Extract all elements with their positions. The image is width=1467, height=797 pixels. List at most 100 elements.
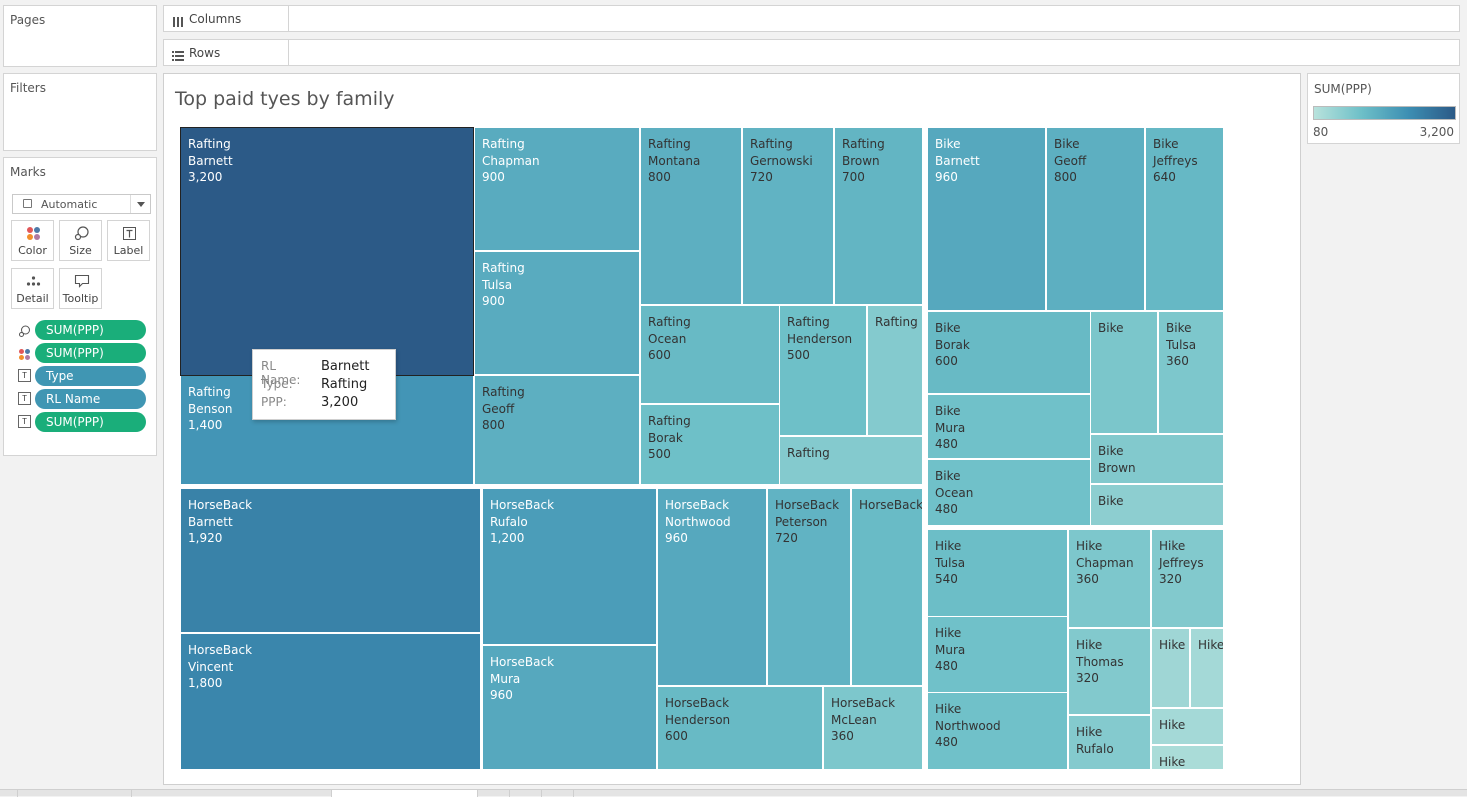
treemap-cell[interactable]: HorseBack Rufalo 1,200 [483,489,656,644]
treemap-cell[interactable]: Rafting Brown 700 [835,128,922,304]
treemap-cell[interactable]: Bike [1091,485,1223,525]
marks-pill-label[interactable]: T SUM(PPP) [14,412,150,432]
treemap-cell[interactable]: Rafting Gernowski 720 [743,128,833,304]
treemap-cell-value: 800 [648,170,671,184]
treemap-cell[interactable]: HorseBack Northwood 960 [658,489,766,685]
color-button[interactable]: Color [11,220,54,261]
treemap-cell-type: Hike [1159,638,1186,652]
treemap-cell-name: McLean [831,712,877,727]
treemap-cell[interactable]: Hike Northwood 480 [928,693,1067,769]
treemap-cell[interactable]: Bike Jeffreys 640 [1146,128,1223,310]
treemap-cell[interactable]: Hike [1152,746,1223,769]
treemap-cell-type: Rafting [648,315,691,329]
treemap-cell[interactable]: Hike Thomas 320 [1069,629,1150,714]
treemap-cell-name: Brown [1098,460,1136,475]
treemap-cell-value: 800 [1054,170,1077,184]
treemap-cell-type: Bike [1054,137,1080,151]
treemap-cell-value: 480 [935,502,958,516]
columns-shelf-label: Columns [189,12,242,26]
dropdown-separator [130,195,131,213]
treemap-cell-name: Montana [648,153,701,168]
treemap-cell[interactable]: HorseBack Vincent 1,800 [181,634,480,769]
treemap-cell[interactable]: Rafting [868,306,922,435]
treemap-cell-type: Rafting [842,137,885,151]
treemap-cell[interactable]: Hike Jeffreys 320 [1152,530,1223,627]
pill-label[interactable]: SUM(PPP) [35,320,146,340]
treemap-cell[interactable]: Hike [1152,709,1223,744]
treemap-cell-type: Bike [1098,494,1124,508]
pill-label[interactable]: RL Name [35,389,146,409]
columns-shelf[interactable]: Columns [163,5,1460,32]
treemap-cell-name: Barnett [935,153,980,168]
treemap-cell-value: 1,800 [188,676,223,690]
treemap-cell[interactable]: HorseBack McLean 360 [824,687,922,769]
treemap-cell[interactable]: Bike Barnett 960 [928,128,1045,310]
treemap-cell-type: Hike [1159,718,1186,732]
treemap-cell-type: Bike [935,404,961,418]
treemap-cell[interactable]: HorseBack [852,489,922,685]
treemap-cell[interactable]: Hike Chapman 360 [1069,530,1150,627]
pages-card[interactable]: Pages [3,5,157,67]
treemap-cell[interactable]: Bike [1091,312,1157,433]
treemap-cell[interactable]: Hike Rufalo [1069,716,1150,769]
treemap-cell[interactable]: Bike Borak 600 [928,312,1090,393]
marks-card: Marks Automatic Color Size Label Detail … [3,157,157,456]
pill-label[interactable]: SUM(PPP) [35,412,146,432]
marks-pill-type[interactable]: T Type [14,366,150,386]
mark-type-dropdown[interactable]: Automatic [12,194,151,214]
tooltip-value: Rafting [321,377,368,392]
treemap-cell[interactable]: Bike Geoff 800 [1047,128,1144,310]
treemap-cell-value: 320 [1076,671,1099,685]
treemap-cell[interactable]: Rafting Chapman 900 [475,128,639,250]
treemap-cell[interactable]: Bike Brown [1091,435,1223,483]
treemap-cell-type: Hike [935,702,962,716]
pill-label[interactable]: Type [35,366,146,386]
text-label-icon: T [18,392,31,405]
treemap-cell[interactable]: Rafting Tulsa 900 [475,252,639,374]
treemap-cell[interactable]: Bike Mura 480 [928,395,1090,458]
tooltip-value: 3,200 [321,395,359,410]
detail-button[interactable]: Detail [11,268,54,309]
marks-pill-rl-name[interactable]: T RL Name [14,389,150,409]
treemap-cell[interactable]: Rafting Borak 500 [641,405,779,484]
mark-tooltip: RL Name: Barnett Type: Rafting PPP: 3,20… [252,349,396,420]
treemap-cell[interactable]: Hike Mura 480 [928,617,1067,692]
treemap-cell[interactable]: Rafting Barnett 3,200 [180,127,474,376]
treemap-cell[interactable]: HorseBack Peterson 720 [768,489,850,685]
treemap-cell[interactable]: Bike Ocean 480 [928,460,1090,525]
treemap-cell[interactable]: HorseBack Barnett 1,920 [181,489,480,632]
treemap-cell-type: Bike [1098,321,1124,335]
treemap-cell[interactable]: Hike [1191,629,1223,707]
tooltip-button[interactable]: Tooltip [59,268,102,309]
treemap-cell-type: Rafting [648,414,691,428]
treemap-cell[interactable]: Hike [1152,629,1189,707]
marks-pill-color[interactable]: SUM(PPP) [14,343,150,363]
rows-shelf[interactable]: Rows [163,39,1460,66]
treemap-cell-name: Chapman [482,153,540,168]
size-button[interactable]: Size [59,220,102,261]
treemap-cell-name: Vincent [188,659,234,674]
treemap-cell[interactable]: Rafting Ocean 600 [641,306,779,403]
treemap-cell-type: Hike [935,626,962,640]
pill-label[interactable]: SUM(PPP) [35,343,146,363]
filters-card[interactable]: Filters [3,73,157,151]
treemap-cell-value: 480 [935,437,958,451]
treemap-cell[interactable]: Hike Tulsa 540 [928,530,1067,616]
marks-pill-size[interactable]: SUM(PPP) [14,320,150,340]
treemap-cell[interactable]: Rafting Montana 800 [641,128,741,304]
color-legend[interactable]: SUM(PPP) 80 3,200 [1307,73,1460,144]
tooltip-key: Type: [261,377,293,391]
treemap-cell[interactable]: Rafting Geoff 800 [475,376,639,484]
treemap-cell[interactable]: HorseBack Mura 960 [483,646,656,769]
treemap-cell[interactable]: Rafting [780,437,922,484]
filters-title: Filters [10,81,46,95]
text-label-icon [108,225,149,241]
treemap-cell[interactable]: Bike Tulsa 360 [1159,312,1223,433]
treemap-cell[interactable]: Rafting Henderson 500 [780,306,866,435]
chevron-down-icon[interactable] [137,202,145,207]
label-button[interactable]: Label [107,220,150,261]
treemap-cell-name: Peterson [775,514,828,529]
worksheet-view: Top paid tyes by family Rafting Barnett 3,… [163,73,1301,785]
treemap-cell-type: HorseBack [859,498,922,512]
treemap-cell[interactable]: HorseBack Henderson 600 [658,687,822,769]
